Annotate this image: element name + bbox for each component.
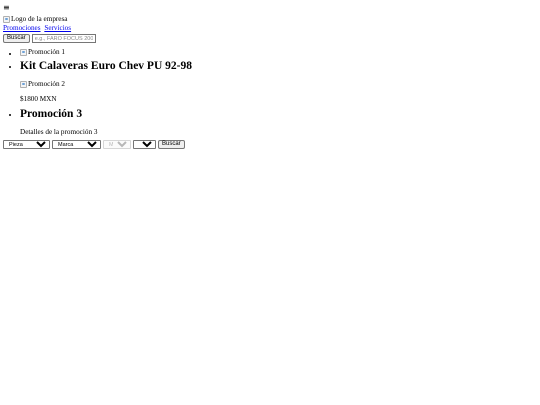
hamburger-menu-icon[interactable]: ≡ [3, 3, 537, 12]
search-input[interactable] [31, 34, 96, 43]
promotion-3-details: Detalles de la promoción 3 [20, 128, 98, 136]
logo-row: Logo de la empresa [3, 15, 537, 24]
company-logo: Logo de la empresa [3, 15, 67, 24]
promotion-3-title: Promoción 3 [20, 108, 83, 120]
filter-search-button[interactable]: Buscar [158, 140, 185, 149]
marca-select[interactable]: Marca [52, 140, 101, 149]
parts-filter-bar: Pieza Marca Modelo Año Buscar [3, 140, 537, 149]
promotion-2-image-alt: Promoción 2 [28, 80, 65, 88]
promotion-item-3: Promoción 3 Detalles de la promoción 3 [20, 108, 537, 137]
page: ≡ Logo de la empresa Promociones Servici… [0, 0, 540, 152]
promotion-1-image-alt: Promoción 1 [28, 48, 65, 56]
broken-image-icon [20, 81, 27, 88]
broken-image-icon [20, 49, 27, 56]
modelo-select[interactable]: Modelo [103, 140, 131, 149]
anio-select[interactable]: Año [133, 140, 156, 149]
company-logo-alt: Logo de la empresa [11, 15, 68, 23]
nav-link-servicios[interactable]: Servicios [44, 24, 71, 32]
search-button[interactable]: Buscar [3, 34, 30, 43]
promotion-item-2: Kit Calaveras Euro Chev PU 92-98 Promoci… [20, 60, 537, 104]
promotion-2-image: Promoción 2 [20, 80, 65, 89]
promotion-2-title: Kit Calaveras Euro Chev PU 92-98 [20, 60, 192, 72]
main-nav: Promociones Servicios [3, 24, 537, 33]
promotions-list: Promoción 1 Kit Calaveras Euro Chev PU 9… [3, 48, 537, 137]
pieza-select[interactable]: Pieza [3, 140, 50, 149]
promotion-1-image: Promoción 1 [20, 48, 65, 57]
promotion-2-price: $1800 MXN [20, 95, 57, 103]
broken-image-icon [3, 16, 10, 23]
promotion-2-image-row: Promoción 2 [20, 80, 537, 89]
promotion-item-1: Promoción 1 [20, 48, 537, 60]
search-bar: Buscar [3, 34, 537, 43]
nav-link-promociones[interactable]: Promociones [3, 24, 41, 32]
